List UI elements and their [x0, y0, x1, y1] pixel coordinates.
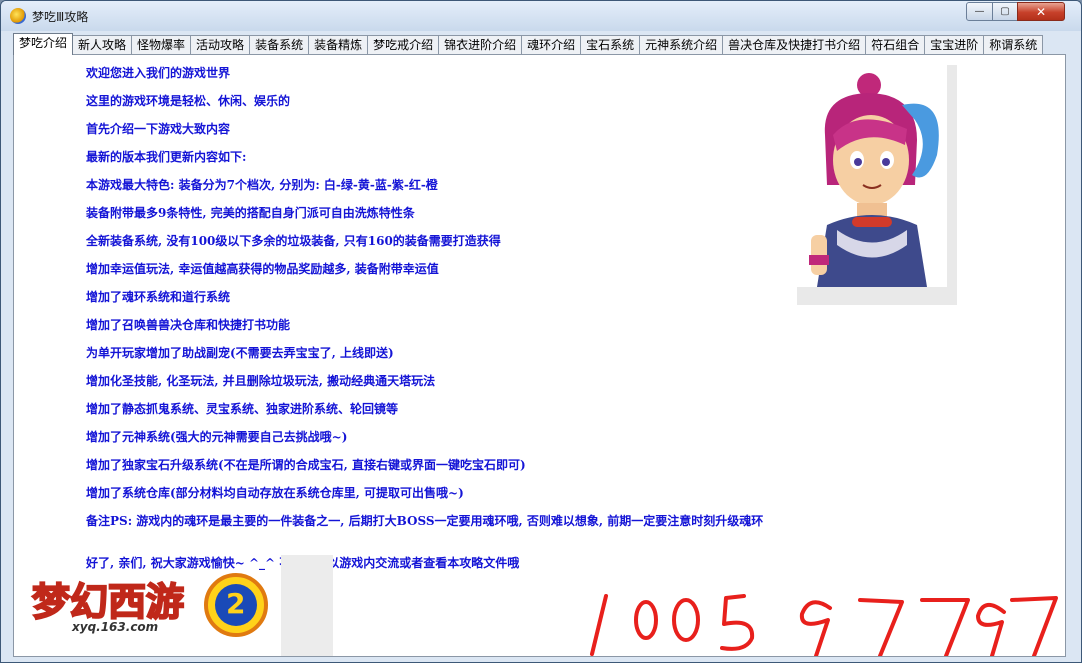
intro-line: 本游戏最大特色: 装备分为7个档次, 分别为: 白-绿-黄-蓝-紫-红-橙 [86, 178, 438, 192]
tab-intro[interactable]: 梦吃介绍 [13, 33, 74, 55]
intro-line: 增加了独家宝石升级系统(不在是所谓的合成宝石, 直接右键或界面一键吃宝石即可) [86, 458, 526, 472]
tab-pet-advance[interactable]: 宝宝进阶 [924, 35, 985, 55]
tab-refine[interactable]: 装备精炼 [308, 35, 369, 55]
intro-line: 增加幸运值玩法, 幸运值越高获得的物品奖励越多, 装备附带幸运值 [86, 262, 439, 276]
character-illustration-icon [809, 73, 939, 287]
tab-runes[interactable]: 符石组合 [865, 35, 926, 55]
handwritten-number [584, 590, 1064, 656]
gray-panel-block [281, 555, 333, 656]
intro-line: 这里的游戏环境是轻松、休闲、娱乐的 [86, 94, 291, 108]
tab-ring[interactable]: 梦吃戒介绍 [367, 35, 440, 55]
game-logo: 梦幻西游 xyq.163.com 2 [24, 567, 274, 647]
maximize-button[interactable]: ▢ [992, 2, 1018, 21]
tab-spirit[interactable]: 元神系统介绍 [639, 35, 724, 55]
close-button[interactable]: ✕ [1017, 2, 1065, 21]
intro-line: 增加了召唤兽兽决仓库和快捷打书功能 [86, 318, 291, 332]
tab-bar: 梦吃介绍 新人攻略 怪物爆率 活动攻略 装备系统 装备精炼 梦吃戒介绍 锦衣进阶… [13, 33, 1044, 55]
character-portrait [797, 65, 957, 305]
minimize-button[interactable]: — [966, 2, 993, 21]
app-icon [10, 8, 26, 24]
intro-line: 增加了元神系统(强大的元神需要自己去挑战哦~) [86, 430, 348, 444]
intro-note: 备注PS: 游戏内的魂环是最主要的一件装备之一, 后期打大BOSS一定要用魂环哦… [86, 514, 764, 528]
intro-line: 增加了静态抓鬼系统、灵宝系统、独家进阶系统、轮回镜等 [86, 402, 399, 416]
window-title: 梦吃Ⅲ攻略 [32, 10, 89, 24]
tab-content-panel: 欢迎您进入我们的游戏世界 这里的游戏环境是轻松、休闲、娱乐的 首先介绍一下游戏大… [13, 54, 1066, 657]
tab-soul-ring[interactable]: 魂环介绍 [521, 35, 582, 55]
svg-text:梦幻西游: 梦幻西游 [32, 580, 184, 624]
intro-line: 增加了魂环系统和道行系统 [86, 290, 231, 304]
intro-line: 增加了系统仓库(部分材料均自动存放在系统仓库里, 可提取可出售哦~) [86, 486, 464, 500]
tab-titles[interactable]: 称谓系统 [983, 35, 1044, 55]
intro-line: 最新的版本我们更新内容如下: [86, 150, 247, 164]
tab-pet-skills[interactable]: 兽决仓库及快捷打书介绍 [722, 35, 867, 55]
tab-costume[interactable]: 锦衣进阶介绍 [438, 35, 523, 55]
tab-monster-drops[interactable]: 怪物爆率 [131, 35, 192, 55]
intro-line: 增加化圣技能, 化圣玩法, 并且删除垃圾玩法, 搬动经典通天塔玩法 [86, 374, 436, 388]
logo-url: xyq.163.com [72, 620, 159, 634]
app-window: 梦吃Ⅲ攻略 — ▢ ✕ 梦吃介绍 新人攻略 怪物爆率 活动攻略 装备系统 装备精… [0, 0, 1082, 663]
intro-line: 装备附带最多9条特性, 完美的搭配自身门派可自由洗炼特性条 [86, 206, 415, 220]
intro-line: 欢迎您进入我们的游戏世界 [86, 66, 231, 80]
tab-events[interactable]: 活动攻略 [190, 35, 251, 55]
intro-line: 首先介绍一下游戏大致内容 [86, 122, 231, 136]
tab-newbie-guide[interactable]: 新人攻略 [72, 35, 133, 55]
handwriting-scribble-icon [590, 594, 1058, 656]
intro-line: 全新装备系统, 没有100级以下多余的垃圾装备, 只有160的装备需要打造获得 [86, 234, 501, 248]
logo-badge: 2 [226, 587, 246, 620]
intro-line: 为单开玩家增加了助战副宠(不需要去弄宝宝了, 上线即送) [86, 346, 394, 360]
tab-equipment[interactable]: 装备系统 [249, 35, 310, 55]
tab-gems[interactable]: 宝石系统 [580, 35, 641, 55]
title-bar[interactable]: 梦吃Ⅲ攻略 — ▢ ✕ [1, 1, 1081, 31]
